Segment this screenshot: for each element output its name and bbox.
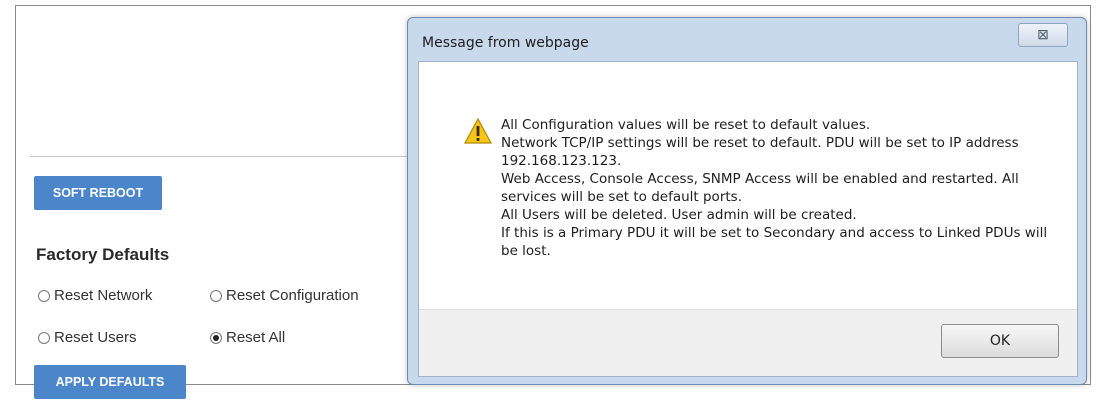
message-line: Network TCP/IP settings will be reset to… <box>501 135 1019 169</box>
reset-configuration-radio[interactable] <box>210 289 222 302</box>
message-line: Web Access, Console Access, SNMP Access … <box>501 171 1019 205</box>
warning-icon <box>464 117 492 144</box>
close-icon[interactable]: ⊠ <box>1018 23 1068 47</box>
message-line: All Configuration values will be reset t… <box>501 117 871 133</box>
reset-users-option[interactable]: Reset Users <box>38 329 137 346</box>
reset-network-radio[interactable] <box>38 289 50 302</box>
reset-all-option[interactable]: Reset All <box>210 329 285 346</box>
dialog-body: All Configuration values will be reset t… <box>418 61 1078 377</box>
apply-defaults-button[interactable]: APPLY DEFAULTS <box>34 365 186 399</box>
reset-network-option[interactable]: Reset Network <box>38 287 152 304</box>
message-dialog: Message from webpage ⊠ All Configuration… <box>407 17 1087 385</box>
reset-users-label: Reset Users <box>54 329 137 346</box>
reset-configuration-label: Reset Configuration <box>226 287 359 304</box>
message-line: If this is a Primary PDU it will be set … <box>501 225 1048 259</box>
section-divider <box>30 156 430 157</box>
reset-network-label: Reset Network <box>54 287 153 304</box>
dialog-title: Message from webpage <box>422 35 589 51</box>
reset-users-radio[interactable] <box>38 331 50 344</box>
reset-all-label: Reset All <box>226 329 286 346</box>
message-line: All Users will be deleted. User admin wi… <box>501 207 857 223</box>
dialog-message: All Configuration values will be reset t… <box>501 116 1061 260</box>
reset-all-radio[interactable] <box>210 331 222 344</box>
soft-reboot-button[interactable]: SOFT REBOOT <box>34 176 162 210</box>
factory-defaults-title: Factory Defaults <box>36 245 170 264</box>
ok-button[interactable]: OK <box>941 324 1059 358</box>
reset-configuration-option[interactable]: Reset Configuration <box>210 287 359 304</box>
dialog-footer: OK <box>419 309 1077 376</box>
